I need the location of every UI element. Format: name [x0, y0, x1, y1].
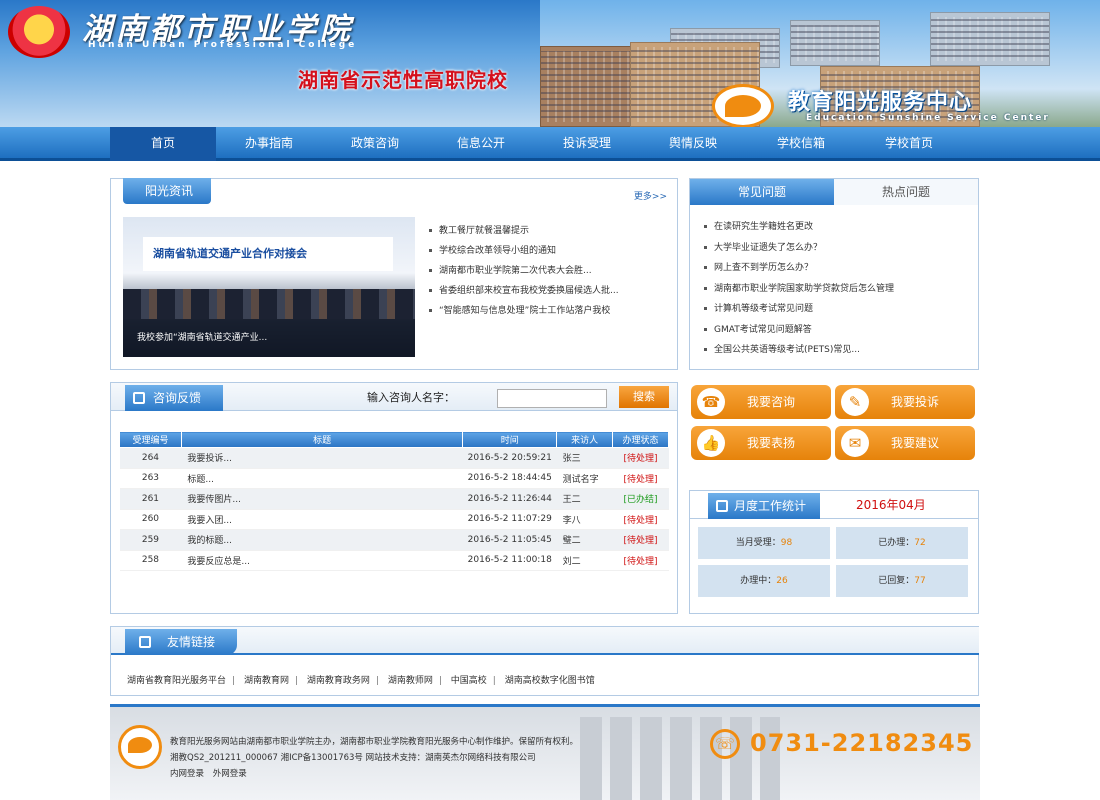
friend-link[interactable]: 湖南教师网: [388, 676, 433, 686]
search-label: 输入咨询人名字：: [367, 391, 455, 404]
links-list: 湖南省教育阳光服务平台 | 湖南教育网 | 湖南教育政务网 | 湖南教师网 | 中国高校…: [127, 676, 595, 686]
table-row[interactable]: 263 标题... 2016-5-2 18:44:45 测试名字 [待处理]: [119, 468, 669, 489]
status-badge: [待处理]: [612, 468, 669, 489]
news-more-link[interactable]: 更多>>: [634, 189, 667, 202]
status-badge: [已办结]: [612, 488, 669, 510]
nav-item-guide[interactable]: 办事指南: [216, 127, 322, 161]
school-name-en: Hunan Urban Professional College: [88, 40, 358, 50]
faq-item[interactable]: 在读研究生学籍姓名更改: [704, 217, 894, 238]
faq-item[interactable]: 大学毕业证遗失了怎么办？: [704, 238, 894, 259]
friend-link[interactable]: 湖南省教育阳光服务平台: [127, 676, 226, 686]
column-header: 来访人: [556, 431, 614, 448]
news-item[interactable]: 学校综合改革领导小组的通知: [429, 241, 619, 261]
footer-logo: [118, 725, 162, 769]
center-name: 教育阳光服务中心: [788, 90, 973, 115]
table-row[interactable]: 261 我要传图片... 2016-5-2 11:26:44 王二 [已办结]: [119, 488, 669, 510]
search-button[interactable]: 搜索: [619, 386, 669, 408]
headset-icon: ☎: [697, 388, 725, 416]
search-input[interactable]: [497, 389, 607, 408]
center-logo: [712, 84, 774, 127]
friend-link[interactable]: 中国高校: [451, 676, 487, 686]
tab-common-questions[interactable]: 常见问题: [690, 179, 834, 205]
consult-button[interactable]: ☎ 我要咨询: [691, 385, 831, 419]
calendar-icon: [716, 500, 728, 512]
stat-in-progress: 办理中：26: [698, 565, 830, 597]
center-name-en: Education Sunshine Service Center: [806, 113, 1050, 123]
intranet-login-link[interactable]: 内网登录: [170, 769, 204, 779]
main-nav: 首页 办事指南 政策咨询 信息公开 投诉受理 舆情反映 学校信箱 学校首页: [0, 127, 1100, 161]
news-item[interactable]: 省委组织部来校宣布我校党委换届候选人批...: [429, 281, 619, 301]
news-image-banner: 湖南省轨道交通产业合作对接会: [143, 237, 393, 271]
nav-item-complaint[interactable]: 投诉受理: [534, 127, 640, 161]
faq-item[interactable]: 网上查不到学历怎么办？: [704, 258, 894, 279]
table-row[interactable]: 258 我要反应总是... 2016-5-2 11:00:18 刘二 [待处理]: [119, 550, 669, 571]
pencil-icon: ✎: [841, 388, 869, 416]
table-row[interactable]: 259 我的标题... 2016-5-2 11:05:45 璧二 [待处理]: [119, 529, 669, 551]
friend-link[interactable]: 湖南教育网: [244, 676, 289, 686]
nav-item-disclosure[interactable]: 信息公开: [428, 127, 534, 161]
complaint-button[interactable]: ✎ 我要投诉: [835, 385, 975, 419]
consult-title: 咨询反馈: [125, 385, 224, 411]
news-image-caption[interactable]: 我校参加“湖南省轨道交通产业...: [123, 319, 415, 357]
status-badge: [待处理]: [612, 509, 669, 530]
faq-item[interactable]: GMAT考试常见问题解答: [704, 320, 894, 341]
status-badge: [待处理]: [612, 550, 669, 571]
tab-hot-questions[interactable]: 热点问题: [834, 179, 978, 205]
site-footer: 教育阳光服务网站由湖南都市职业学院主办，湖南都市职业学院教育阳光服务中心制作维护…: [110, 704, 980, 800]
phone-number: 0731-22182345: [750, 729, 974, 757]
edit-icon: [133, 392, 145, 404]
news-title: 阳光资讯: [123, 178, 212, 204]
column-header: 标题: [180, 431, 464, 448]
nav-item-policy[interactable]: 政策咨询: [322, 127, 428, 161]
stats-title: 月度工作统计: [708, 493, 821, 519]
column-header: 受理编号: [119, 431, 182, 448]
stat-monthly-accepted: 当月受理：98: [698, 527, 830, 559]
document-icon: ✉: [841, 429, 869, 457]
footer-copyright: 教育阳光服务网站由湖南都市职业学院主办，湖南都市职业学院教育阳光服务中心制作维护…: [170, 737, 579, 747]
news-item[interactable]: “智能感知与信息处理”院士工作站落户我校: [429, 301, 619, 321]
stats-month: 2016年04月: [856, 498, 926, 512]
nav-item-school-home[interactable]: 学校首页: [856, 127, 962, 161]
column-header: 时间: [462, 431, 558, 448]
thumbs-up-icon: 👍: [697, 429, 725, 457]
stats-panel: 月度工作统计 2016年04月 当月受理：98 已办理：72 办理中：26 已回…: [689, 490, 979, 614]
suggest-button[interactable]: ✉ 我要建议: [835, 426, 975, 460]
status-badge: [待处理]: [612, 529, 669, 551]
stat-processed: 已办理：72: [836, 527, 968, 559]
friend-link[interactable]: 湖南高校数字化图书馆: [505, 676, 595, 686]
nav-item-opinion[interactable]: 舆情反映: [640, 127, 746, 161]
status-badge: [待处理]: [612, 447, 669, 469]
news-list: 教工餐厅就餐温馨提示 学校综合改革领导小组的通知 湖南都市职业学院第二次代表大会…: [429, 221, 619, 321]
table-row[interactable]: 264 我要投诉... 2016-5-2 20:59:21 张三 [待处理]: [119, 447, 669, 469]
site-header: 湖南都市职业学院 Hunan Urban Professional Colleg…: [0, 0, 1100, 127]
faq-item[interactable]: 湖南都市职业学院国家助学贷款贷后怎么管理: [704, 279, 894, 300]
faq-panel: 常见问题 热点问题 在读研究生学籍姓名更改 大学毕业证遗失了怎么办？ 网上查不到…: [689, 178, 979, 370]
phone-icon: ☏: [710, 729, 740, 759]
school-logo[interactable]: [8, 6, 70, 58]
links-title: 友情链接: [125, 629, 238, 655]
slogan: 湖南省示范性高职院校: [298, 68, 508, 92]
faq-list: 在读研究生学籍姓名更改 大学毕业证遗失了怎么办？ 网上查不到学历怎么办？ 湖南都…: [704, 217, 894, 361]
faq-item[interactable]: 全国公共英语等级考试(PETS)常见...: [704, 340, 894, 361]
column-header: 办理状态: [612, 431, 669, 448]
table-row[interactable]: 260 我要入团... 2016-5-2 11:07:29 李八 [待处理]: [119, 509, 669, 530]
faq-item[interactable]: 计算机等级考试常见问题: [704, 299, 894, 320]
praise-button[interactable]: 👍 我要表扬: [691, 426, 831, 460]
news-item[interactable]: 教工餐厅就餐温馨提示: [429, 221, 619, 241]
consult-panel: 咨询反馈 输入咨询人名字： 搜索 受理编号 标题 时间 来访人 办理状态 264…: [110, 382, 678, 614]
news-slideshow[interactable]: 湖南省轨道交通产业合作对接会 我校参加“湖南省轨道交通产业...: [123, 217, 415, 357]
stat-replied: 已回复：77: [836, 565, 968, 597]
extranet-login-link[interactable]: 外网登录: [213, 769, 247, 779]
link-icon: [139, 636, 151, 648]
links-panel: 友情链接 湖南省教育阳光服务平台 | 湖南教育网 | 湖南教育政务网 | 湖南教师网 |…: [110, 626, 979, 696]
friend-link[interactable]: 湖南教育政务网: [307, 676, 370, 686]
news-item[interactable]: 湖南都市职业学院第二次代表大会胜...: [429, 261, 619, 281]
footer-icp: 湘教QS2_201211_000067 湘ICP备13001763号 网站技术支…: [170, 753, 536, 763]
news-panel: 阳光资讯 更多>> 湖南省轨道交通产业合作对接会 我校参加“湖南省轨道交通产业.…: [110, 178, 678, 370]
nav-item-home[interactable]: 首页: [110, 127, 216, 161]
nav-item-mailbox[interactable]: 学校信箱: [748, 127, 854, 161]
consult-table: 受理编号 标题 时间 来访人 办理状态 264 我要投诉... 2016-5-2…: [119, 431, 669, 571]
